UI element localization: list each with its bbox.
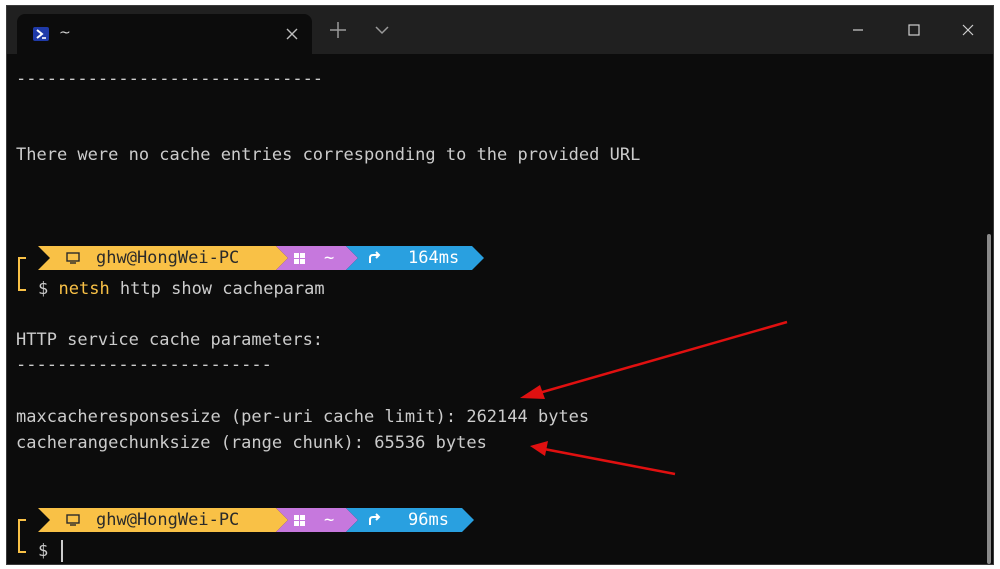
annotation-arrows [520,320,788,476]
annotation-arrow [530,441,676,476]
annotation-arrow [520,320,788,399]
